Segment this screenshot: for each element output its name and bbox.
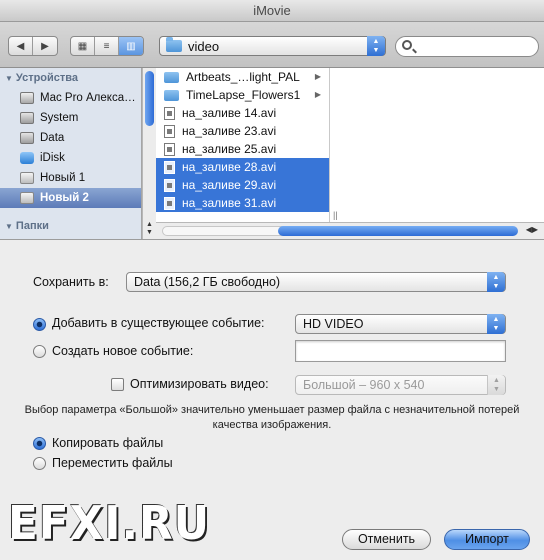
video-file-icon [164,160,175,174]
create-new-radio[interactable] [33,345,46,358]
horizontal-scrollbar[interactable]: ◀▶ [156,222,544,239]
add-existing-label: Добавить в существующее событие: [52,316,265,330]
list-item[interactable]: на_заливе 29.avi [156,176,329,194]
cancel-button[interactable]: Отменить [342,529,431,550]
list-item[interactable]: на_заливе 23.avi [156,122,329,140]
disclosure-triangle-icon[interactable]: ▼ [5,222,13,231]
icon-view-icon[interactable]: ▦ [71,37,95,55]
sidebar-item-idisk[interactable]: iDisk [0,148,141,168]
copy-files-label: Копировать файлы [52,436,164,450]
sidebar-item-system[interactable]: System [0,108,141,128]
path-popup-label: video [188,38,220,54]
popup-stepper-icon: ▲ ▼ [487,272,505,292]
list-view-icon[interactable]: ≡ [95,37,119,55]
list-item[interactable]: на_заливе 31.avi [156,194,329,212]
move-files-label: Переместить файлы [52,456,173,470]
firewire-disk-icon [20,192,34,204]
path-popup[interactable]: video ▲ ▼ [159,36,386,56]
import-options-panel: Сохранить в: Data (156,2 ГБ свободно) ▲ ▼… [0,239,544,560]
disclosure-triangle-icon[interactable]: ▼ [5,74,13,83]
optimize-checkbox[interactable] [111,378,124,391]
list-item[interactable]: Artbeats_…light_PAL ▶ [156,68,329,86]
scroll-arrows-icon[interactable]: ◀▶ [526,225,538,234]
mac-icon [20,92,34,104]
folder-icon [164,71,179,83]
copy-files-radio[interactable] [33,437,46,450]
sidebar-item-data[interactable]: Data [0,128,141,148]
video-file-icon [164,142,175,156]
video-file-icon [164,178,175,192]
list-item[interactable]: TimeLapse_Flowers1 ▶ [156,86,329,104]
list-item[interactable]: на_заливе 14.avi [156,104,329,122]
scrollbar-thumb[interactable] [145,71,154,126]
disclosure-arrow-icon: ▶ [314,90,321,99]
save-to-popup[interactable]: Data (156,2 ГБ свободно) ▲ ▼ [126,272,506,292]
popup-stepper-icon: ▲ ▼ [367,36,385,56]
video-file-icon [164,106,175,120]
list-item[interactable]: на_заливе 25.avi [156,140,329,158]
scroll-arrows-icon[interactable]: ▲ ▼ [146,221,153,237]
sidebar-item-mac-pro[interactable]: Mac Pro Алекса… [0,88,141,108]
forward-arrow-icon[interactable]: ▶ [33,37,57,55]
disk-icon [20,132,34,144]
move-files-radio[interactable] [33,457,46,470]
search-icon [402,40,412,50]
back-arrow-icon[interactable]: ◀ [9,37,33,55]
column-view-icon[interactable]: ▥ [119,37,143,55]
popup-stepper-icon: ▲ ▼ [487,314,505,334]
video-file-icon [164,124,175,138]
optimize-label: Оптимизировать видео: [130,377,269,391]
import-button[interactable]: Импорт [444,529,530,550]
search-field[interactable] [395,36,539,57]
popup-stepper-icon: ▲ ▼ [487,375,505,395]
sidebar-section-devices[interactable]: ▼ Устройства [0,68,141,88]
folder-icon [166,37,182,52]
create-new-label: Создать новое событие: [52,344,194,358]
new-event-field[interactable] [295,340,506,362]
video-file-icon [164,196,175,210]
add-existing-radio[interactable] [33,318,46,331]
file-column: Artbeats_…light_PAL ▶ TimeLapse_Flowers1… [156,68,330,222]
folder-icon [164,89,179,101]
sidebar-scrollbar[interactable]: ▲ ▼ [142,68,156,239]
empty-column [330,68,544,222]
firewire-disk-icon [20,172,34,184]
existing-event-popup[interactable]: HD VIDEO ▲ ▼ [295,314,506,334]
disk-icon [20,112,34,124]
optimize-note: Выбор параметра «Большой» значительно ум… [24,404,520,431]
save-to-label: Сохранить в: [33,275,109,289]
list-item[interactable]: на_заливе 28.avi [156,158,329,176]
back-forward-control[interactable]: ◀ ▶ [8,36,58,56]
window-title: iMovie [0,0,544,22]
scrollbar-thumb[interactable] [278,226,518,236]
view-mode-control[interactable]: ▦ ≡ ▥ [70,36,144,56]
sidebar-item-new-1[interactable]: Новый 1 [0,168,141,188]
sidebar-section-folders[interactable]: ▼ Папки [0,216,141,236]
optimize-size-popup[interactable]: Большой – 960 x 540 ▲ ▼ [295,375,506,395]
column-resize-grip-icon[interactable]: || [333,210,338,220]
sidebar: ▼ Устройства Mac Pro Алекса… System Data … [0,68,142,239]
sidebar-item-new-2[interactable]: Новый 2 [0,188,141,208]
idisk-icon [20,152,34,164]
watermark: EFXI.RU [8,496,211,550]
disclosure-arrow-icon: ▶ [314,72,321,81]
